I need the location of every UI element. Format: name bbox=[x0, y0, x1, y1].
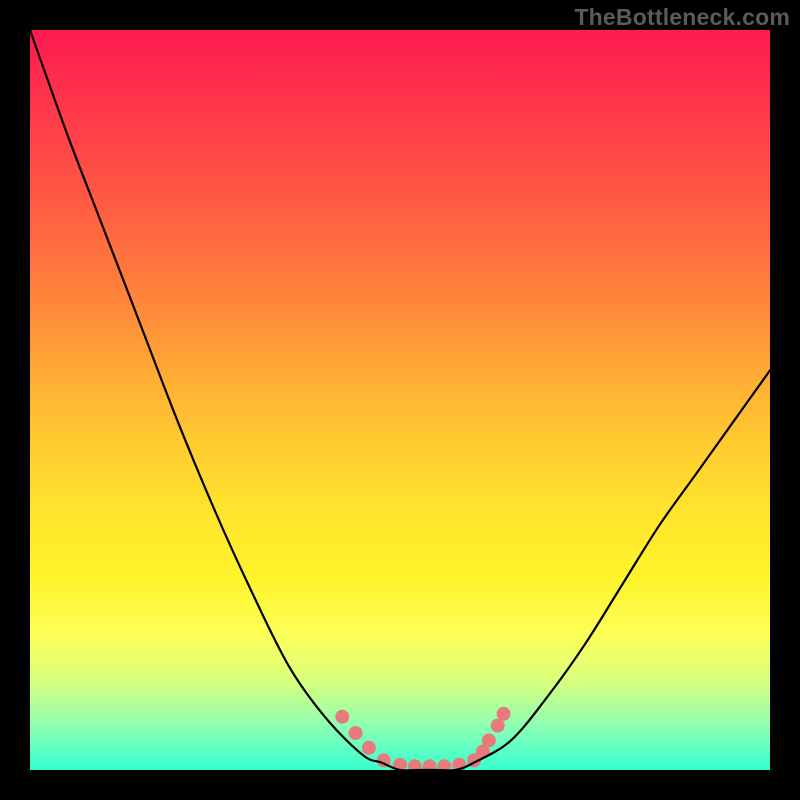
marker-dot bbox=[335, 710, 349, 724]
outer-frame: TheBottleneck.com bbox=[0, 0, 800, 800]
plot-area bbox=[30, 30, 770, 770]
marker-dot bbox=[362, 741, 376, 755]
marker-dot bbox=[482, 733, 496, 747]
bottleneck-curve bbox=[30, 30, 770, 770]
curve-svg bbox=[30, 30, 770, 770]
marker-dot bbox=[437, 759, 451, 770]
marker-dot bbox=[408, 759, 422, 770]
marker-dot bbox=[423, 759, 437, 770]
marker-dot bbox=[497, 707, 511, 721]
markers-group bbox=[335, 707, 510, 770]
marker-dot bbox=[349, 726, 363, 740]
attribution-text: TheBottleneck.com bbox=[574, 4, 790, 31]
